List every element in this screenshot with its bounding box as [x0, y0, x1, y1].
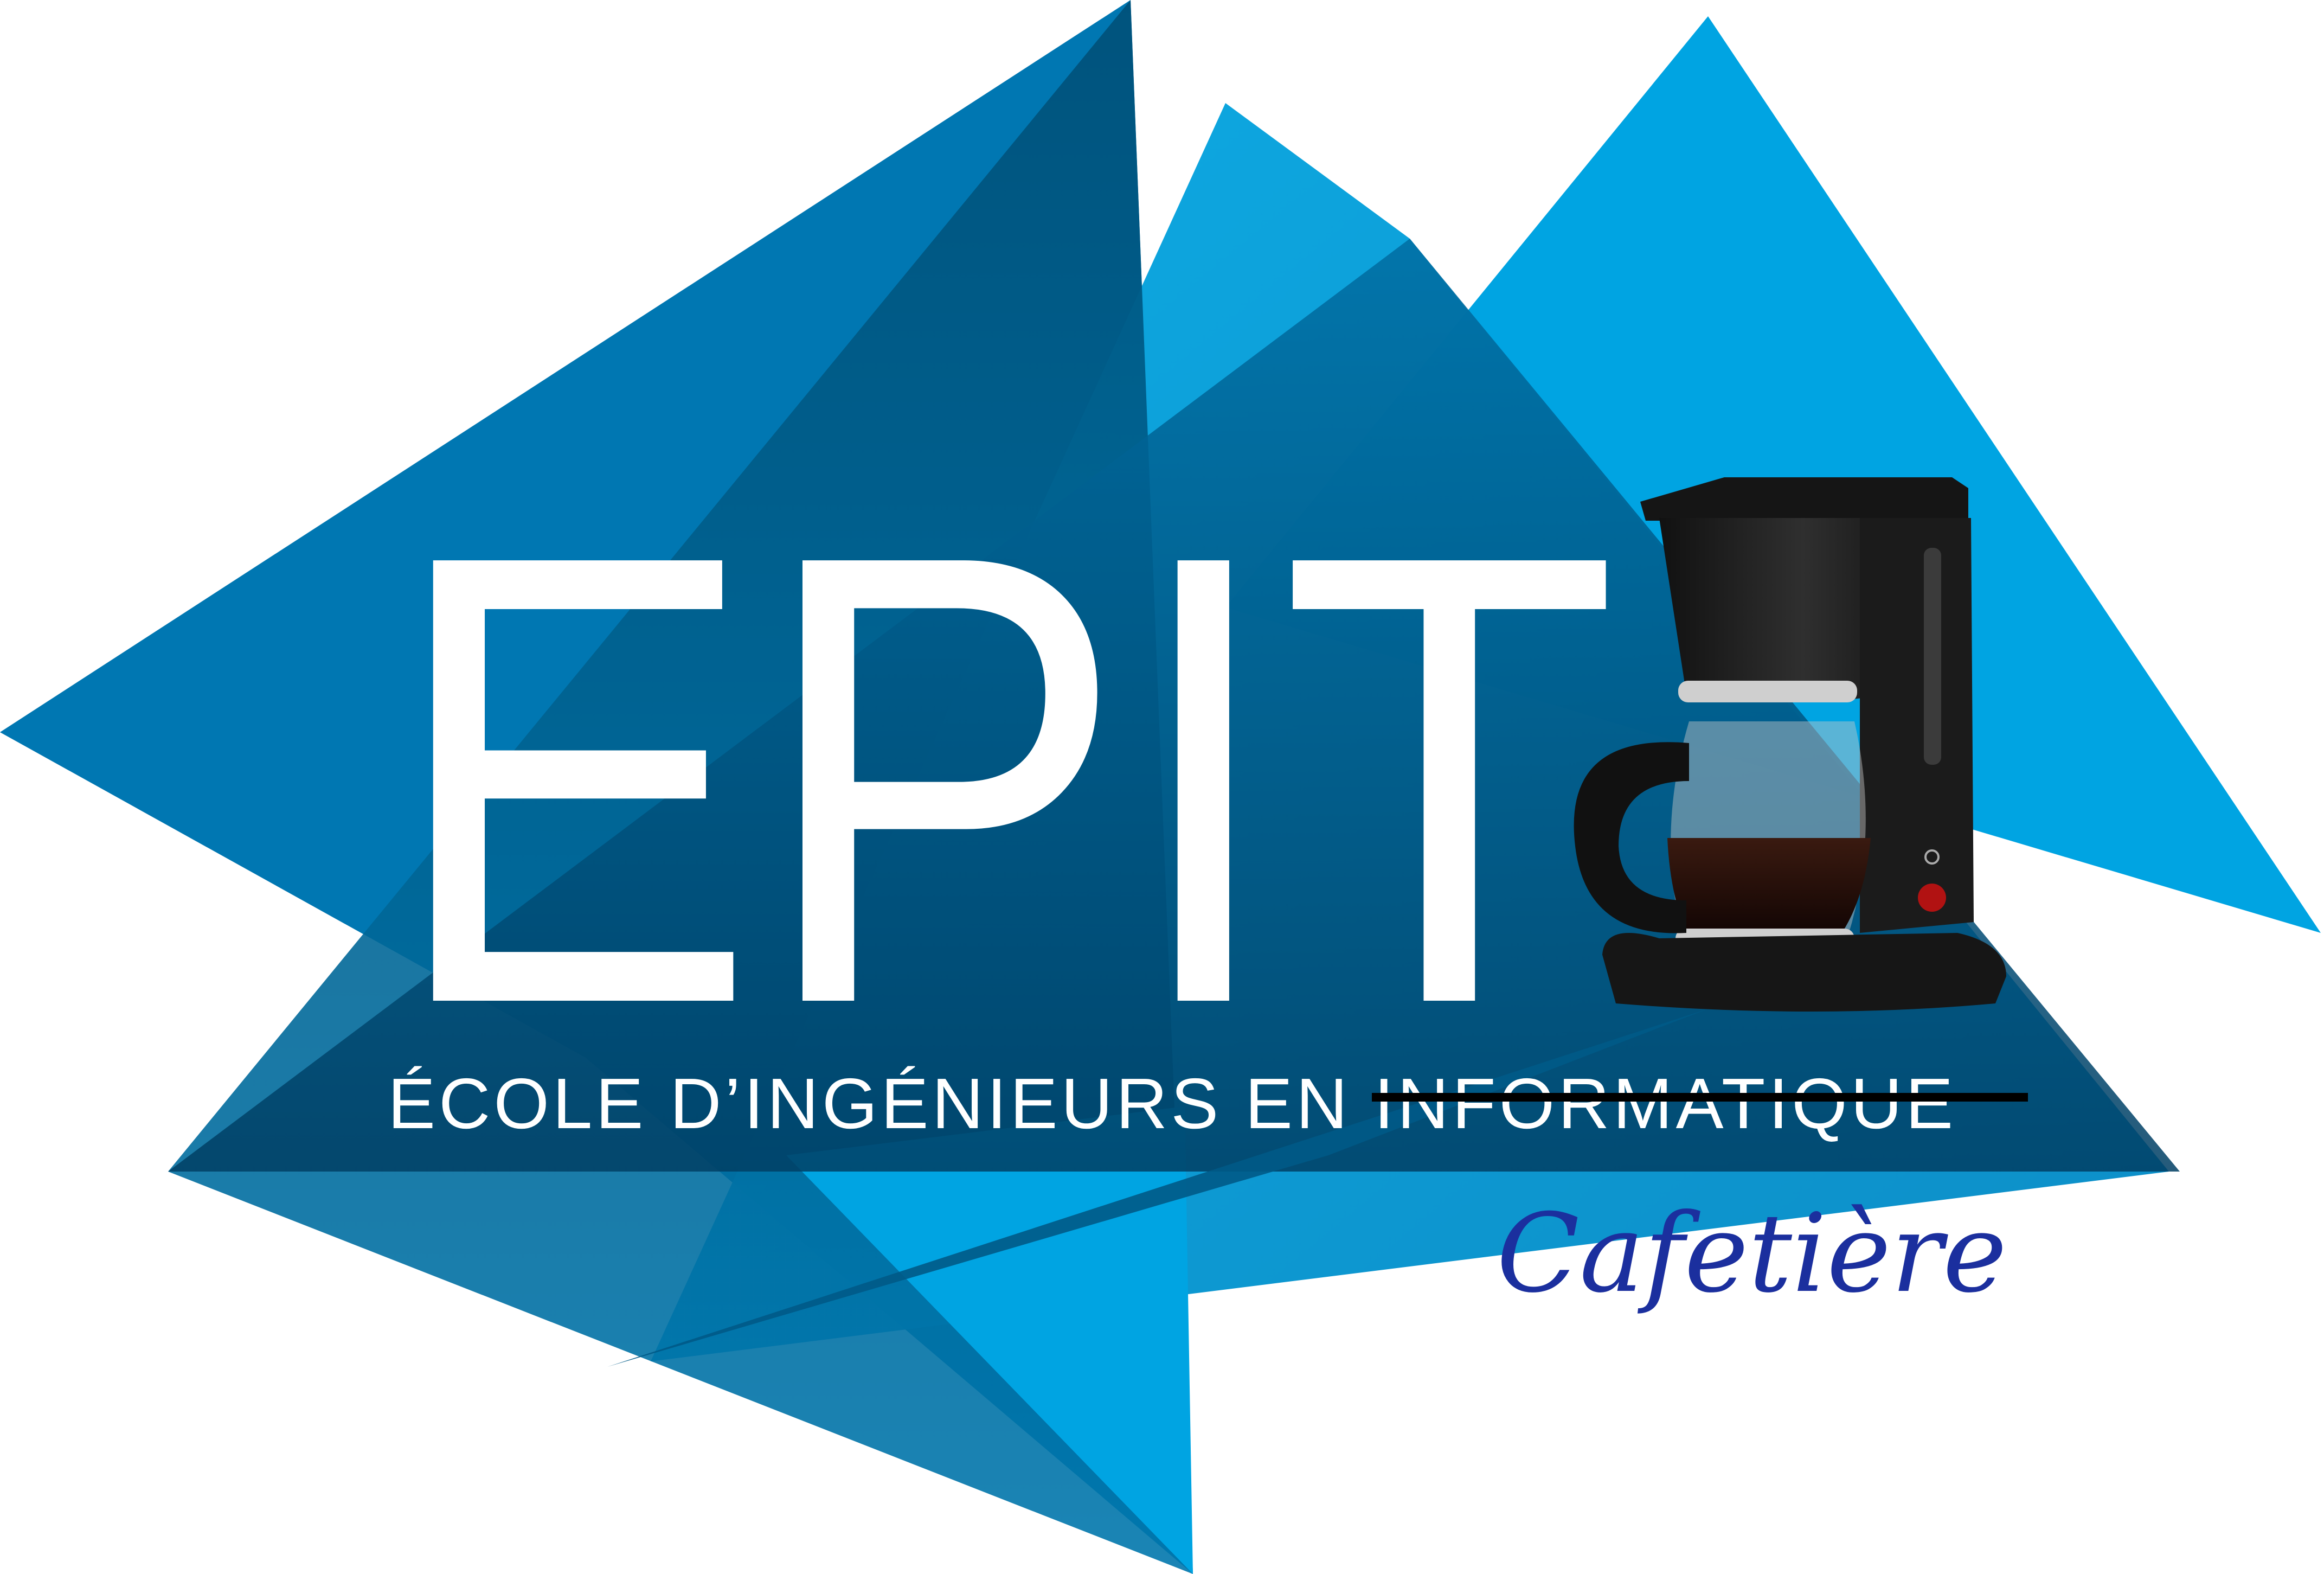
tagline: ÉCOLE D’INGÉNIEURS EN INFORMATIQUE [388, 1064, 1956, 1143]
tagline-kept: ÉCOLE D’INGÉNIEURS EN [388, 1064, 1374, 1143]
coffee-maker-tower [1860, 518, 1974, 933]
tagline-struck: INFORMATIQUE [1374, 1064, 1956, 1143]
epita-cafetiere-logo: EPIT ÉCOLE D’INGÉNIEURS EN INFORMATIQUE … [0, 0, 2321, 1574]
power-button [1918, 884, 1946, 912]
coffee-maker-base [1602, 933, 2006, 1012]
carafe-coffee [1667, 838, 1871, 930]
strikethrough-line [1372, 1093, 2028, 1102]
water-level-window [1924, 548, 1941, 765]
wordmark: EPIT [388, 422, 1619, 1137]
subtitle-cafetiere: Cafetière [1497, 1191, 2007, 1317]
chrome-ring-top [1678, 681, 1857, 702]
